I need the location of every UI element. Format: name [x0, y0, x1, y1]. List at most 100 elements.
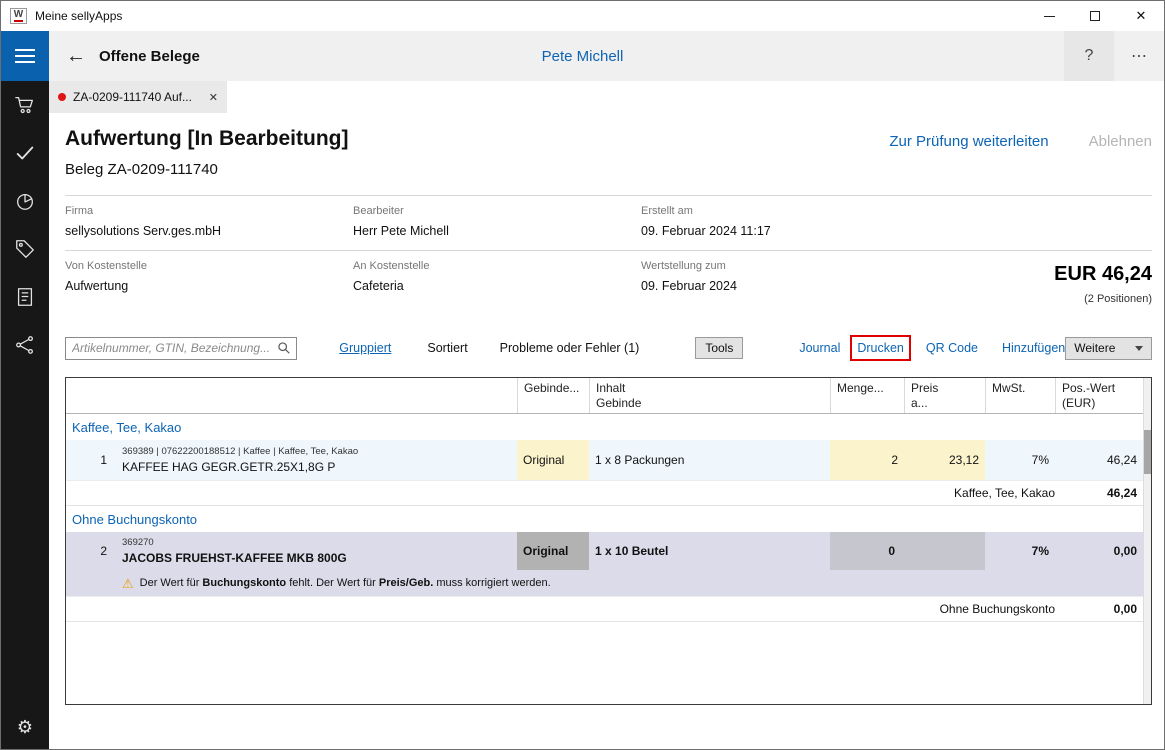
article-search-box[interactable]	[65, 337, 297, 360]
app-header: ← Offene Belege Pete Michell ? ⋯	[1, 31, 1164, 81]
hamburger-icon	[15, 49, 35, 51]
gear-icon: ⚙	[17, 717, 33, 738]
reject-button[interactable]: Ablehnen	[1089, 133, 1152, 150]
col-header-mwst[interactable]: MwSt.	[985, 378, 1055, 413]
drucken-link[interactable]: Drucken	[857, 341, 904, 355]
check-icon	[14, 142, 36, 164]
mwst-cell: 7%	[985, 440, 1055, 480]
journal-icon	[14, 286, 36, 308]
group-footer-kaffee: Kaffee, Tee, Kakao 46,24	[66, 480, 1143, 506]
user-name[interactable]: Pete Michell	[542, 48, 624, 65]
forward-for-review-button[interactable]: Zur Prüfung weiterleiten	[889, 133, 1048, 150]
search-input[interactable]	[72, 341, 277, 355]
window-title: Meine sellyApps	[35, 9, 122, 23]
group-footer-label: Kaffee, Tee, Kakao	[954, 486, 1055, 500]
app-logo-letter: W	[14, 10, 23, 22]
item-toolbar: Gruppiert Sortiert Probleme oder Fehler …	[65, 335, 1152, 361]
menge-cell[interactable]: 2	[830, 440, 904, 480]
warning-icon: ⚠	[122, 577, 134, 590]
gruppiert-link[interactable]: Gruppiert	[339, 341, 391, 355]
drucken-highlight-box: Drucken	[850, 335, 911, 361]
close-button[interactable]: ✕	[1118, 1, 1164, 31]
hinzufuegen-link[interactable]: Hinzufügen	[1002, 341, 1065, 355]
col-header-menge[interactable]: Menge...	[830, 378, 904, 413]
tab-document[interactable]: ZA-0209-111740 Auf... ✕	[49, 81, 227, 113]
mwst-cell: 7%	[985, 532, 1055, 570]
help-button[interactable]: ?	[1064, 31, 1114, 81]
col-header-gebinde[interactable]: Gebinde...	[517, 378, 589, 413]
tab-bar: ZA-0209-111740 Auf... ✕	[49, 81, 1165, 113]
field-firma: Firma sellysolutions Serv.ges.mbH	[65, 205, 353, 238]
sidebar-item-labels[interactable]	[1, 225, 49, 273]
sidebar-item-share[interactable]	[1, 321, 49, 369]
col-header-preis[interactable]: Preis a...	[904, 378, 985, 413]
group-footer-value: 46,24	[1055, 486, 1143, 500]
sidebar-item-tasks[interactable]	[1, 129, 49, 177]
app-logo-icon: W	[10, 8, 27, 24]
gebinde-cell[interactable]: Original	[517, 532, 589, 570]
settings-button[interactable]: ⚙	[1, 707, 49, 747]
scrollbar-thumb[interactable]	[1144, 430, 1151, 474]
col-header-wert[interactable]: Pos.-Wert (EUR)	[1055, 378, 1143, 413]
minimize-button[interactable]	[1026, 1, 1072, 31]
probleme-fehler-link[interactable]: Probleme oder Fehler (1)	[500, 341, 640, 355]
article-meta: 369270	[122, 537, 154, 549]
qr-code-link[interactable]: QR Code	[926, 341, 978, 355]
window-controls: ✕	[1026, 1, 1164, 31]
main-area: ZA-0209-111740 Auf... ✕ Aufwertung [In B…	[49, 81, 1165, 750]
total-positions: (2 Positionen)	[1054, 293, 1152, 305]
app-window: W Meine sellyApps ✕ ← Offene Belege Pete…	[0, 0, 1165, 750]
group-footer-ohne-buchungskonto: Ohne Buchungskonto 0,00	[66, 596, 1143, 622]
warning-text: Der Wert für Buchungskonto fehlt. Der We…	[140, 577, 551, 589]
field-von-kostenstelle: Von Kostenstelle Aufwertung	[65, 260, 353, 293]
maximize-button[interactable]	[1072, 1, 1118, 31]
page-title: Offene Belege	[99, 48, 200, 65]
gebinde-cell[interactable]: Original	[517, 440, 589, 480]
col-header-inhalt[interactable]: Inhalt Gebinde	[589, 378, 830, 413]
document-actions: Zur Prüfung weiterleiten Ablehnen	[889, 133, 1152, 150]
article-name: JACOBS FRUEHST-KAFFEE MKB 800G	[122, 551, 347, 565]
table-header-row: Gebinde... Inhalt Gebinde Menge... Preis…	[66, 378, 1143, 414]
hamburger-menu-button[interactable]	[1, 31, 49, 81]
group-header-kaffee[interactable]: Kaffee, Tee, Kakao	[66, 414, 1143, 440]
sidebar-item-documents[interactable]	[1, 273, 49, 321]
sidebar-item-cart[interactable]	[1, 81, 49, 129]
close-icon: ✕	[1136, 8, 1147, 24]
row-2-warning: ⚠ Der Wert für Buchungskonto fehlt. Der …	[66, 570, 1143, 596]
fields-row-2: Von Kostenstelle Aufwertung An Kostenste…	[65, 250, 1152, 305]
article-description: 369270 JACOBS FRUEHST-KAFFEE MKB 800G	[116, 532, 517, 570]
unsaved-indicator-dot	[58, 93, 66, 101]
journal-link[interactable]: Journal	[799, 341, 840, 355]
sidebar-item-statistics[interactable]	[1, 177, 49, 225]
tag-icon	[14, 238, 36, 260]
table-row-2[interactable]: 2 369270 JACOBS FRUEHST-KAFFEE MKB 800G …	[66, 532, 1143, 596]
table-row-1[interactable]: 1 369389 | 07622200188512 | Kaffee | Kaf…	[66, 440, 1143, 480]
menge-value: 0	[830, 544, 904, 558]
table-scrollbar[interactable]	[1143, 378, 1151, 704]
group-header-ohne-buchungskonto[interactable]: Ohne Buchungskonto	[66, 506, 1143, 532]
row-number: 2	[66, 532, 116, 570]
inhalt-cell: 1 x 10 Beutel	[589, 532, 830, 570]
tab-label: ZA-0209-111740 Auf...	[73, 90, 192, 104]
document-fields: Firma sellysolutions Serv.ges.mbH Bearbe…	[65, 195, 1152, 305]
maximize-icon	[1090, 11, 1100, 21]
more-options-button[interactable]: ⋯	[1114, 31, 1164, 81]
sortiert-link[interactable]: Sortiert	[427, 341, 467, 355]
title-bar: W Meine sellyApps ✕	[1, 1, 1164, 31]
tools-button[interactable]: Tools	[695, 337, 743, 359]
cart-icon	[14, 94, 36, 116]
sidebar: ⚙	[1, 81, 49, 750]
menge-preis-cell[interactable]: 0	[830, 532, 985, 570]
weitere-dropdown-button[interactable]: Weitere	[1065, 337, 1152, 360]
tab-close-icon[interactable]: ✕	[209, 91, 218, 104]
wert-cell: 46,24	[1055, 440, 1143, 480]
preis-cell[interactable]: 23,12	[904, 440, 985, 480]
document-total: EUR 46,24 (2 Positionen)	[1054, 263, 1152, 305]
total-amount: EUR 46,24	[1054, 263, 1152, 286]
document-content: Aufwertung [In Bearbeitung] Zur Prüfung …	[49, 127, 1165, 750]
document-header: Aufwertung [In Bearbeitung] Zur Prüfung …	[65, 127, 1152, 151]
back-button[interactable]: ←	[61, 45, 91, 68]
share-icon	[14, 334, 36, 356]
minimize-icon	[1044, 16, 1055, 17]
pie-chart-icon	[14, 190, 36, 212]
